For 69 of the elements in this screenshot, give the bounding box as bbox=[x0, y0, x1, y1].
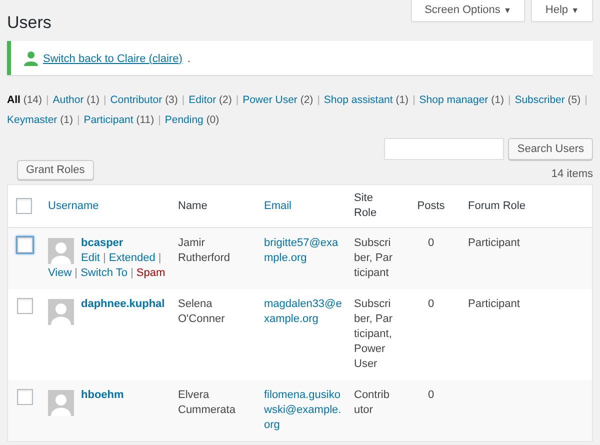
row-action-link[interactable]: Extended bbox=[108, 252, 156, 264]
role-filter-link[interactable]: Shop assistant (1) bbox=[324, 94, 409, 106]
separator: | bbox=[317, 94, 320, 106]
address-link[interactable]: magdalen33@example.org bbox=[264, 297, 342, 327]
address-link[interactable]: filomena.gusikowski@example.org bbox=[264, 388, 342, 433]
name-text: Jamir Rutherford bbox=[178, 237, 230, 264]
site-role-text: Subscriber, Participant, Power User bbox=[354, 298, 393, 370]
column-header: Site Role bbox=[354, 192, 377, 219]
row-action-link[interactable]: View bbox=[48, 267, 72, 279]
separator: | bbox=[102, 252, 106, 264]
role-filter-link[interactable]: Pending (0) bbox=[164, 114, 220, 126]
row-action-link[interactable]: Switch To bbox=[80, 267, 128, 279]
page-title: Users bbox=[7, 13, 52, 33]
search-field[interactable] bbox=[384, 138, 504, 160]
grant-roles-button[interactable]: Grant Roles bbox=[17, 160, 94, 180]
role-filter-link[interactable]: Power User (2) bbox=[242, 94, 314, 106]
row-action-link[interactable]: Edit bbox=[81, 252, 100, 264]
separator: | bbox=[46, 94, 49, 106]
switch-back-link[interactable]: Switch back to Claire (claire) bbox=[43, 52, 182, 64]
avatar-icon bbox=[48, 299, 74, 325]
screen-tab-button[interactable]: Help ▼ bbox=[531, 0, 593, 22]
user-icon bbox=[24, 51, 38, 66]
name-text: Elvera Cummerata bbox=[178, 389, 236, 416]
column-header: Name bbox=[178, 200, 208, 212]
role-filter-link[interactable]: Contributor (3) bbox=[110, 94, 178, 106]
post-count: 0 bbox=[428, 237, 434, 249]
separator: | bbox=[158, 114, 161, 126]
post-count: 0 bbox=[428, 298, 434, 310]
forum-role-text: Participant bbox=[468, 298, 520, 310]
column-header-link[interactable]: Email bbox=[264, 200, 292, 212]
role-filter-link[interactable]: Shop manager (1) bbox=[419, 94, 504, 106]
separator: | bbox=[103, 94, 106, 106]
login-name-link[interactable]: daphnee.kuphal bbox=[48, 297, 166, 312]
separator: | bbox=[236, 94, 239, 106]
row-checkbox[interactable] bbox=[17, 298, 33, 314]
role-filter-link[interactable]: Keymaster (1) bbox=[7, 114, 73, 126]
avatar-icon bbox=[48, 390, 74, 416]
column-header: Posts bbox=[417, 200, 445, 212]
screen-tab-button[interactable]: Screen Options ▼ bbox=[410, 0, 526, 22]
site-role-text: Subscriber, Participant bbox=[354, 237, 393, 279]
row-checkbox[interactable] bbox=[17, 389, 33, 405]
role-filter-link[interactable]: Editor (2) bbox=[188, 94, 232, 106]
separator: | bbox=[182, 94, 185, 106]
search-users-button[interactable]: Search Users bbox=[508, 138, 593, 160]
post-count: 0 bbox=[428, 389, 434, 401]
forum-role-text: Participant bbox=[468, 237, 520, 249]
name-text: Selena O'Conner bbox=[178, 298, 225, 325]
select-all-checkbox[interactable] bbox=[16, 198, 32, 214]
site-role-text: Contributor bbox=[354, 389, 390, 416]
separator: | bbox=[508, 94, 511, 106]
notice-period: . bbox=[187, 52, 190, 64]
role-filter-link[interactable]: All (14) bbox=[7, 94, 42, 106]
column-header-link[interactable]: Username bbox=[48, 200, 99, 212]
login-name-link[interactable]: hboehm bbox=[48, 388, 166, 403]
separator: | bbox=[584, 94, 588, 106]
separator: | bbox=[76, 114, 80, 126]
column-header: Forum Role bbox=[468, 200, 526, 212]
role-filter-link[interactable]: Subscriber (5) bbox=[514, 94, 581, 106]
avatar-icon bbox=[48, 238, 74, 264]
role-filter-link[interactable]: Participant (11) bbox=[84, 114, 154, 126]
row-action-link[interactable]: Spam bbox=[136, 267, 166, 279]
item-count: 14 items bbox=[551, 168, 593, 180]
separator: | bbox=[412, 94, 416, 106]
separator: | bbox=[158, 252, 162, 264]
role-filter-link[interactable]: Author (1) bbox=[52, 94, 100, 106]
login-name-link[interactable]: bcasper bbox=[48, 236, 166, 251]
separator: | bbox=[130, 267, 134, 279]
address-link[interactable]: brigitte57@example.org bbox=[264, 236, 342, 266]
separator: | bbox=[74, 267, 78, 279]
